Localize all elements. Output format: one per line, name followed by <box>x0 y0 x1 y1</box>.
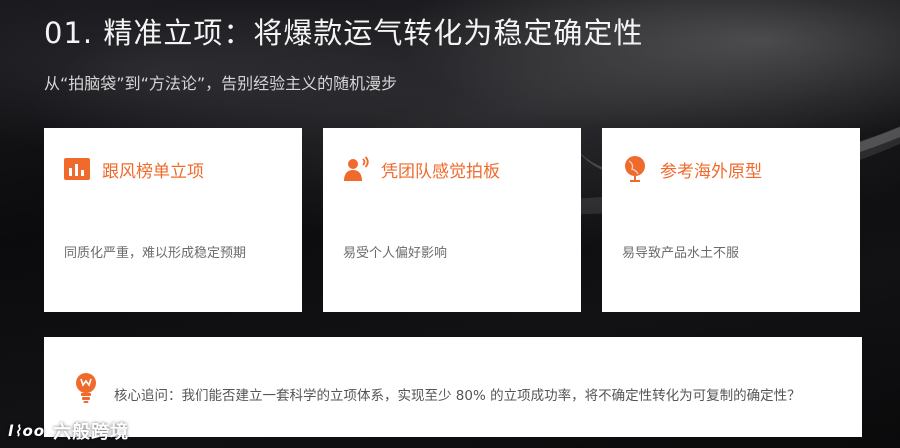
lightbulb-icon <box>74 372 98 404</box>
bar-chart-icon <box>64 156 90 182</box>
slide-subtitle: 从“拍脑袋”到“方法论”，告别经验主义的随机漫步 <box>44 74 398 93</box>
watermark-logo: l⌇oo <box>8 422 46 440</box>
card-follow-charts: 跟风榜单立项 同质化严重，难以形成稳定预期 <box>44 128 302 312</box>
card-overseas-prototype: 参考海外原型 易导致产品水土不服 <box>602 128 860 312</box>
card-title: 凭团队感觉拍板 <box>381 161 500 182</box>
core-question-text: 核心追问：我们能否建立一套科学的立项体系，实现至少 80% 的立项成功率，将不确… <box>114 388 801 404</box>
core-question-panel: 核心追问：我们能否建立一套科学的立项体系，实现至少 80% 的立项成功率，将不确… <box>44 337 862 437</box>
card-title: 跟风榜单立项 <box>102 161 204 182</box>
card-team-feeling: 凭团队感觉拍板 易受个人偏好影响 <box>323 128 581 312</box>
person-speaking-icon <box>343 156 369 182</box>
globe-icon <box>622 156 648 182</box>
watermark: l⌇oo 六般跨境 <box>8 418 129 444</box>
card-description: 易受个人偏好影响 <box>343 246 448 261</box>
slide-title: 01. 精准立项：将爆款运气转化为稳定确定性 <box>44 16 644 50</box>
card-title: 参考海外原型 <box>660 161 762 182</box>
card-description: 同质化严重，难以形成稳定预期 <box>64 246 247 261</box>
card-description: 易导致产品水土不服 <box>622 246 740 261</box>
watermark-text: 六般跨境 <box>53 422 130 443</box>
